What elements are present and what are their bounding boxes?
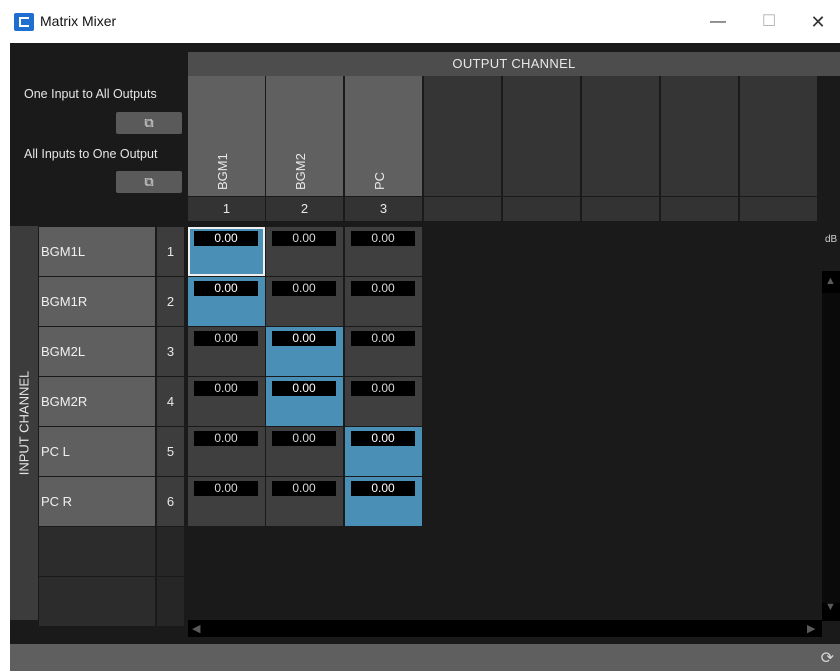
output-channel-8: [740, 76, 817, 196]
output-channel-3[interactable]: PC: [345, 76, 422, 196]
title-bar: Matrix Mixer — ☐ ✕: [0, 0, 840, 43]
matrix-cell[interactable]: 0.00: [266, 427, 343, 476]
scroll-down-arrow-icon[interactable]: ▼: [825, 601, 836, 613]
output-channel-4: [424, 76, 501, 196]
input-channel-name[interactable]: BGM2L: [39, 327, 155, 376]
scroll-left-arrow-icon[interactable]: ◀: [192, 622, 200, 635]
cell-level-field[interactable]: 0.00: [351, 331, 415, 346]
output-channel-6: [582, 76, 659, 196]
close-button[interactable]: ✕: [806, 10, 830, 34]
cell-level-field[interactable]: 0.00: [194, 281, 258, 296]
cell-level-field[interactable]: 0.00: [194, 331, 258, 346]
matrix-cell[interactable]: 0.00: [345, 277, 422, 326]
vertical-scroll-thumb[interactable]: [822, 293, 840, 603]
input-channel-name[interactable]: PC R: [39, 477, 155, 526]
cell-level-field[interactable]: 0.00: [351, 281, 415, 296]
matrix-cell[interactable]: 0.00: [345, 227, 422, 276]
matrix-cell[interactable]: 0.00: [266, 227, 343, 276]
matrix-cell[interactable]: 0.00: [266, 377, 343, 426]
cell-level-field[interactable]: 0.00: [194, 431, 258, 446]
output-channel-number: [661, 197, 738, 221]
matrix-cell[interactable]: 0.00: [188, 227, 265, 276]
cell-level-field[interactable]: 0.00: [272, 231, 336, 246]
matrix-cell[interactable]: 0.00: [266, 477, 343, 526]
all-to-one-button[interactable]: ⧉: [116, 171, 182, 193]
cell-level-field[interactable]: 0.00: [272, 381, 336, 396]
output-channel-1[interactable]: BGM1: [188, 76, 265, 196]
matrix-cell[interactable]: 0.00: [188, 277, 265, 326]
cell-level-field[interactable]: 0.00: [351, 481, 415, 496]
output-channel-number: 1: [188, 197, 265, 221]
output-channel-number: [424, 197, 501, 221]
popout-icon: ⧉: [144, 174, 154, 189]
input-channel-name: [39, 577, 155, 626]
one-to-all-label: One Input to All Outputs: [24, 87, 157, 101]
matrix-cell[interactable]: 0.00: [345, 377, 422, 426]
output-channel-number: 2: [266, 197, 343, 221]
cell-level-field[interactable]: 0.00: [272, 281, 336, 296]
output-channel-header: OUTPUT CHANNEL: [188, 52, 840, 76]
input-channel-name[interactable]: BGM1L: [39, 227, 155, 276]
output-channel-5: [503, 76, 580, 196]
input-channel-number: [157, 527, 184, 576]
one-to-all-button[interactable]: ⧉: [116, 112, 182, 134]
matrix-cell[interactable]: 0.00: [188, 427, 265, 476]
matrix-cell[interactable]: 0.00: [345, 477, 422, 526]
scroll-up-arrow-icon[interactable]: ▲: [825, 275, 836, 287]
matrix-cell[interactable]: 0.00: [188, 377, 265, 426]
cell-level-field[interactable]: 0.00: [194, 481, 258, 496]
refresh-icon[interactable]: ⟳: [821, 648, 834, 668]
status-bar: ⟳: [10, 644, 840, 671]
cell-level-field[interactable]: 0.00: [351, 381, 415, 396]
input-channel-number: 5: [157, 427, 184, 476]
matrix-mixer-panel: One Input to All Outputs ⧉ All Inputs to…: [10, 43, 840, 644]
output-channel-name: BGM1: [215, 153, 230, 190]
popout-icon: ⧉: [144, 115, 154, 130]
output-channel-name: PC: [372, 171, 387, 190]
scroll-right-arrow-icon[interactable]: ▶: [807, 622, 815, 635]
output-channel-number: [503, 197, 580, 221]
output-channel-number: [582, 197, 659, 221]
input-channel-number: 6: [157, 477, 184, 526]
input-channel-number: 2: [157, 277, 184, 326]
input-channel-name[interactable]: BGM2R: [39, 377, 155, 426]
matrix-cell[interactable]: 0.00: [266, 277, 343, 326]
output-channel-7: [661, 76, 738, 196]
cell-level-field[interactable]: 0.00: [194, 381, 258, 396]
minimize-button[interactable]: —: [706, 10, 730, 34]
cell-level-field[interactable]: 0.00: [194, 231, 258, 246]
matrix-cell[interactable]: 0.00: [266, 327, 343, 376]
output-channel-2[interactable]: BGM2: [266, 76, 343, 196]
matrix-cell[interactable]: 0.00: [188, 477, 265, 526]
maximize-button[interactable]: ☐: [757, 10, 781, 34]
input-channel-name: [39, 527, 155, 576]
output-channel-name: BGM2: [293, 153, 308, 190]
input-channel-header: INPUT CHANNEL: [10, 226, 38, 620]
input-channel-label: INPUT CHANNEL: [16, 370, 32, 476]
all-to-one-label: All Inputs to One Output: [24, 147, 158, 161]
cell-level-field[interactable]: 0.00: [351, 431, 415, 446]
app-icon: [14, 13, 34, 31]
matrix-cell[interactable]: 0.00: [345, 427, 422, 476]
input-channel-name[interactable]: PC L: [39, 427, 155, 476]
horizontal-scrollbar[interactable]: [188, 620, 822, 637]
input-channel-number: 4: [157, 377, 184, 426]
output-channel-number: 3: [345, 197, 422, 221]
matrix-cell[interactable]: 0.00: [345, 327, 422, 376]
input-channel-number: 3: [157, 327, 184, 376]
matrix-cell[interactable]: 0.00: [188, 327, 265, 376]
input-channel-number: [157, 577, 184, 626]
input-channel-name[interactable]: BGM1R: [39, 277, 155, 326]
window-title: Matrix Mixer: [40, 13, 117, 29]
cell-level-field[interactable]: 0.00: [272, 481, 336, 496]
cell-level-field[interactable]: 0.00: [272, 331, 336, 346]
input-channel-number: 1: [157, 227, 184, 276]
cell-level-field[interactable]: 0.00: [272, 431, 336, 446]
output-channel-number: [740, 197, 817, 221]
unit-label: dB: [825, 234, 838, 245]
cell-level-field[interactable]: 0.00: [351, 231, 415, 246]
